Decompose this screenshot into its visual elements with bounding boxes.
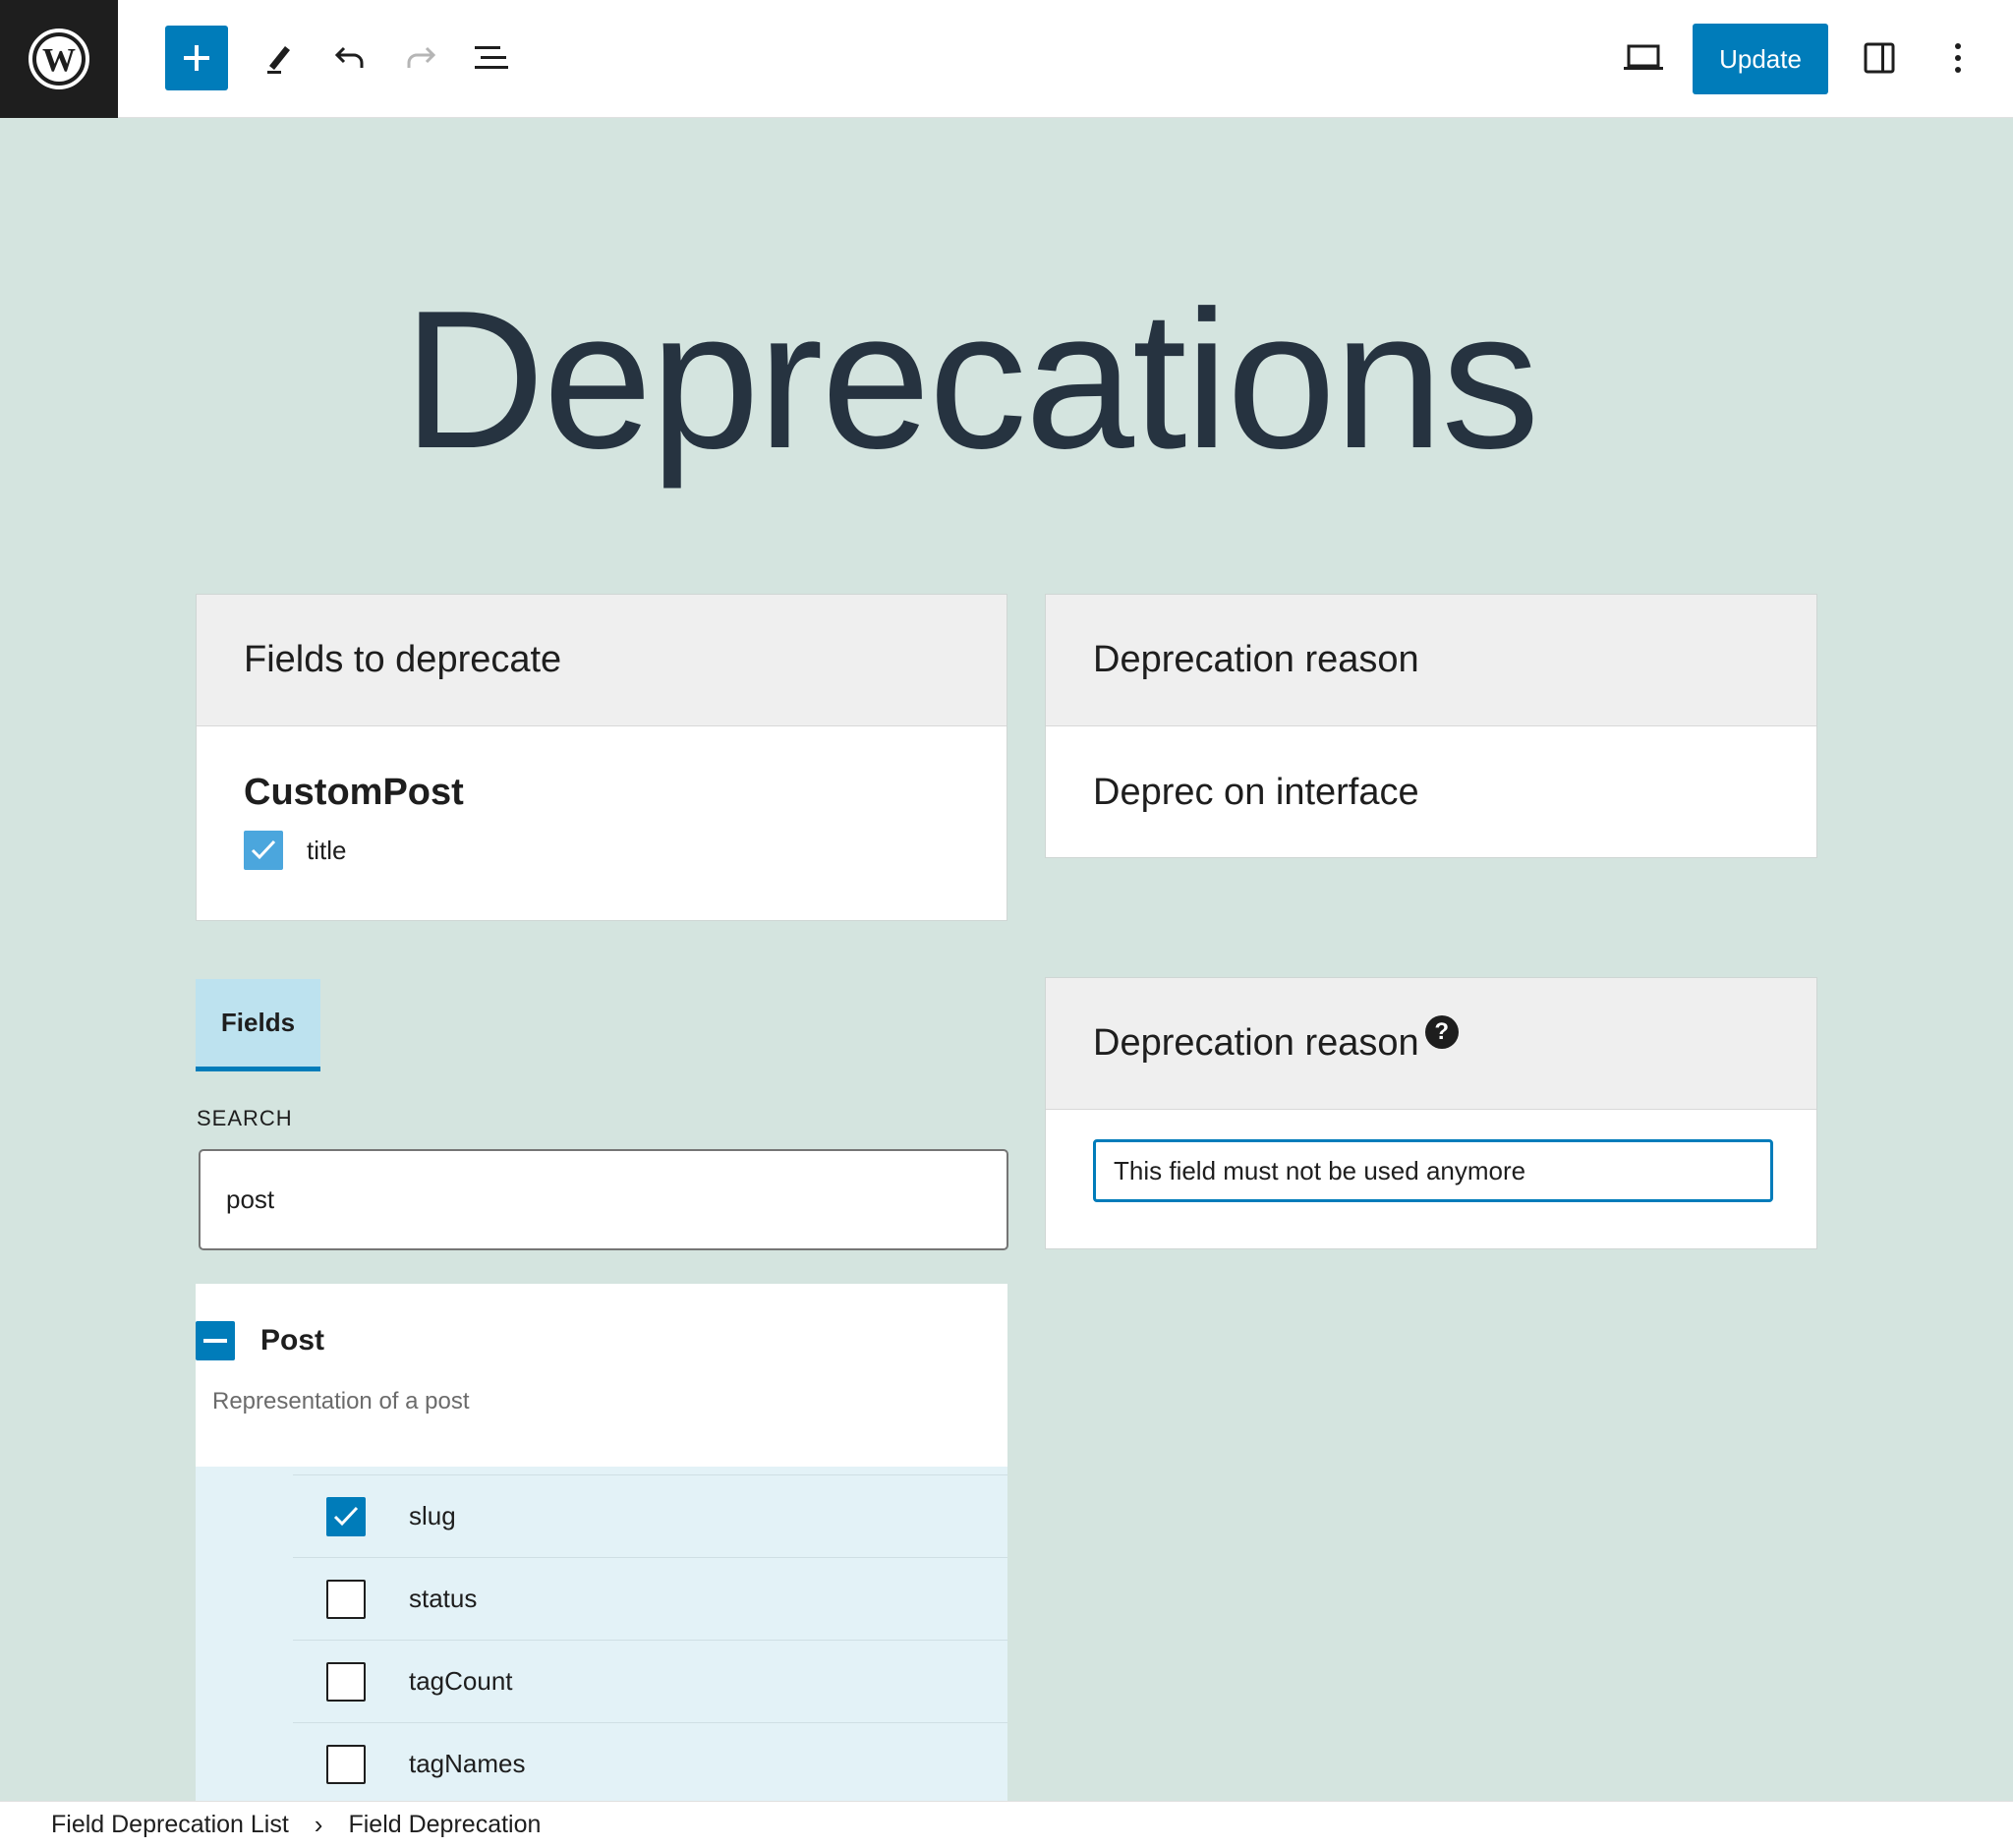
list-item[interactable]: tagCount	[293, 1640, 1007, 1722]
card-body	[1046, 1110, 1816, 1202]
plus-icon	[184, 45, 209, 71]
laptop-icon	[1624, 44, 1663, 70]
type-group-panel: Post Representation of a post slug statu…	[196, 1284, 1007, 1801]
field-label: status	[409, 1584, 478, 1613]
field-list: slug status tagCount tagNames	[196, 1467, 1007, 1801]
search-input[interactable]	[199, 1149, 1008, 1250]
breadcrumb-item-field-deprecation[interactable]: Field Deprecation	[348, 1811, 541, 1839]
question-mark-icon[interactable]: ?	[1424, 1014, 1459, 1049]
page-title[interactable]: Deprecations	[403, 267, 1582, 493]
list-item[interactable]: tagNames	[293, 1722, 1007, 1801]
pencil-icon	[267, 46, 290, 74]
vertical-ellipsis-icon	[1955, 43, 1961, 73]
field-item: title	[244, 831, 1006, 870]
field-label: title	[307, 835, 347, 865]
edit-tool-button[interactable]	[248, 26, 311, 90]
minus-icon	[203, 1339, 227, 1343]
document-overview-button[interactable]	[460, 26, 523, 90]
deprecation-reason-card: Deprecation reason Deprec on interface	[1045, 594, 1817, 858]
collapse-toggle-button[interactable]	[196, 1321, 235, 1360]
field-checkbox[interactable]	[326, 1661, 366, 1702]
list-item[interactable]: status	[293, 1557, 1007, 1640]
sidebar-toggle-icon	[1864, 42, 1895, 74]
list-item[interactable]: slug	[293, 1474, 1007, 1557]
update-button[interactable]: Update	[1693, 24, 1828, 94]
list-view-icon	[475, 46, 508, 69]
deprecation-reason-edit-card: Deprecation reason ?	[1045, 977, 1817, 1249]
fields-to-deprecate-card: Fields to deprecate CustomPost title	[196, 594, 1007, 921]
card-header-label: Deprecation reason	[1093, 1022, 1419, 1064]
deprecation-reason-value: Deprec on interface	[1093, 772, 1419, 813]
deprecation-reason-input[interactable]	[1093, 1139, 1773, 1202]
card-header: Fields to deprecate	[197, 595, 1006, 726]
preview-button[interactable]	[1612, 26, 1675, 90]
card-body: Deprec on interface	[1046, 726, 1816, 858]
chevron-right-icon: ›	[314, 1810, 323, 1839]
breadcrumb: Field Deprecation List › Field Deprecati…	[0, 1801, 2013, 1848]
add-block-button[interactable]	[165, 26, 228, 90]
card-header: Deprecation reason	[1046, 595, 1816, 726]
tab-fields[interactable]: Fields	[196, 979, 320, 1071]
undo-icon	[334, 46, 364, 68]
checkmark-icon	[251, 839, 276, 860]
wordpress-logo-icon[interactable]: W	[0, 0, 118, 118]
breadcrumb-item-field-deprecation-list[interactable]: Field Deprecation List	[51, 1811, 289, 1839]
redo-button[interactable]	[389, 26, 452, 90]
redo-icon	[407, 46, 436, 68]
undo-button[interactable]	[318, 26, 381, 90]
settings-button[interactable]	[1848, 26, 1911, 90]
checkmark-icon	[333, 1506, 359, 1526]
field-checkbox[interactable]	[244, 831, 283, 870]
search-label: SEARCH	[197, 1106, 293, 1130]
card-header: Deprecation reason ?	[1046, 978, 1816, 1110]
block-editor: W Update Deprecations Fields to deprecat…	[0, 0, 2013, 1848]
field-label: tagCount	[409, 1666, 513, 1696]
type-group-header: Post	[196, 1321, 324, 1360]
field-checkbox[interactable]	[326, 1744, 366, 1784]
svg-text:W: W	[42, 42, 76, 79]
entity-name: CustomPost	[244, 772, 464, 813]
field-label: tagNames	[409, 1749, 526, 1778]
options-menu-button[interactable]	[1927, 26, 1989, 90]
card-body: CustomPost title	[197, 770, 1006, 870]
type-name: Post	[260, 1324, 325, 1357]
field-checkbox[interactable]	[326, 1496, 366, 1536]
editor-toolbar: W Update	[0, 0, 2013, 118]
type-description: Representation of a post	[212, 1388, 470, 1415]
field-label: slug	[409, 1501, 456, 1530]
field-checkbox[interactable]	[326, 1579, 366, 1619]
